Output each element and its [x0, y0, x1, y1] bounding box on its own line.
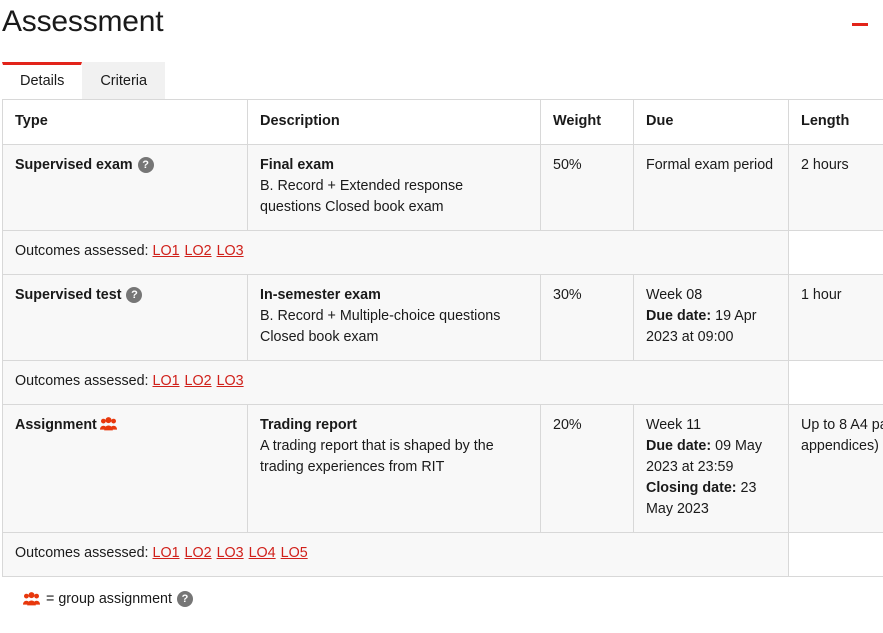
outcomes-label: Outcomes assessed: [15, 373, 149, 389]
description-body: B. Record + Extended response questions … [260, 178, 464, 215]
assessment-table: Type Description Weight Due Length Super… [2, 99, 883, 577]
outcome-link-lo1[interactable]: LO1 [153, 373, 180, 389]
table-header-row: Type Description Weight Due Length [2, 99, 883, 145]
cell-due: Week 08 Due date: 19 Apr 2023 at 09:00 [633, 274, 789, 361]
cell-type: Assignment [2, 404, 248, 533]
cell-length: 1 hour [788, 274, 883, 361]
due-line-value: Week 11 [646, 417, 702, 433]
description-title: Trading report [260, 417, 357, 433]
assessment-type-label: Assignment [15, 417, 97, 433]
assessment-type-label: Supervised test [15, 287, 122, 303]
outcome-link-lo1[interactable]: LO1 [153, 243, 180, 259]
outcome-link-lo3[interactable]: LO3 [217, 373, 244, 389]
assessment-type-label: Supervised exam [15, 157, 133, 173]
collapse-section-button[interactable] [849, 10, 871, 30]
cell-outcomes-blank [788, 230, 883, 275]
outcomes-row: Outcomes assessed: LO1 LO2 LO3 LO4 LO5 [2, 532, 883, 577]
due-line: Due date: 19 Apr 2023 at 09:00 [646, 306, 776, 348]
cell-outcomes: Outcomes assessed: LO1 LO2 LO3 [2, 360, 789, 405]
outcomes-label: Outcomes assessed: [15, 545, 149, 561]
cell-length: Up to 8 A4 pages (excluding appendices) [788, 404, 883, 533]
column-header-type: Type [2, 99, 248, 145]
cell-type: Supervised exam? [2, 144, 248, 231]
outcome-link-lo4[interactable]: LO4 [249, 545, 276, 561]
cell-weight: 30% [540, 274, 634, 361]
minus-icon [852, 23, 868, 26]
outcome-link-lo3[interactable]: LO3 [217, 243, 244, 259]
table-row: Assignment Trading report A trading report… [2, 404, 883, 533]
cell-due: Formal exam period [633, 144, 789, 231]
due-line-label: Closing date: [646, 480, 737, 496]
outcome-link-lo2[interactable]: LO2 [185, 373, 212, 389]
cell-description: Trading report A trading report that is s… [247, 404, 541, 533]
tab-criteria[interactable]: Criteria [82, 62, 166, 99]
group-icon [99, 417, 117, 431]
due-line: Week 11 [646, 415, 776, 436]
cell-weight: 20% [540, 404, 634, 533]
outcomes-row: Outcomes assessed: LO1 LO2 LO3 [2, 360, 883, 405]
description-body: B. Record + Multiple-choice questions Cl… [260, 308, 501, 345]
group-icon [23, 592, 40, 606]
due-line-value: Week 08 [646, 287, 703, 303]
cell-type: Supervised test? [2, 274, 248, 361]
description-title: In-semester exam [260, 287, 381, 303]
description-body: A trading report that is shaped by the t… [260, 438, 494, 475]
cell-outcomes: Outcomes assessed: LO1 LO2 LO3 LO4 LO5 [2, 532, 789, 577]
due-line-label: Due date: [646, 438, 712, 454]
cell-length: 2 hours [788, 144, 883, 231]
table-body: Supervised exam? Final exam B. Record + Ex… [2, 144, 883, 577]
outcome-link-lo1[interactable]: LO1 [153, 545, 180, 561]
outcome-link-lo3[interactable]: LO3 [217, 545, 244, 561]
cell-weight: 50% [540, 144, 634, 231]
column-header-weight: Weight [540, 99, 634, 145]
help-icon[interactable]: ? [137, 157, 154, 173]
outcome-link-lo5[interactable]: LO5 [281, 545, 308, 561]
due-line-value: Formal exam period [646, 157, 774, 173]
column-header-due: Due [633, 99, 789, 145]
description-title: Final exam [260, 157, 334, 173]
cell-due: Week 11 Due date: 09 May 2023 at 23:59 Clo… [633, 404, 789, 533]
column-header-length: Length [788, 99, 883, 145]
cell-description: Final exam B. Record + Extended response … [247, 144, 541, 231]
outcome-link-lo2[interactable]: LO2 [185, 243, 212, 259]
cell-outcomes: Outcomes assessed: LO1 LO2 LO3 [2, 230, 789, 275]
legend-group-assignment: = group assignment ? [20, 589, 883, 609]
table-head: Type Description Weight Due Length [2, 99, 883, 145]
due-line: Formal exam period [646, 155, 776, 176]
due-line: Due date: 09 May 2023 at 23:59 [646, 436, 776, 478]
page-title: Assessment [2, 5, 164, 38]
column-header-description: Description [247, 99, 541, 145]
table-row: Supervised test? In-semester exam B. Recor… [2, 274, 883, 361]
tab-details[interactable]: Details [2, 62, 83, 99]
outcomes-row: Outcomes assessed: LO1 LO2 LO3 [2, 230, 883, 275]
outcomes-label: Outcomes assessed: [15, 243, 149, 259]
cell-description: In-semester exam B. Record + Multiple-cho… [247, 274, 541, 361]
legend-text: = group assignment [46, 591, 172, 607]
page-header: Assessment [0, 0, 883, 52]
due-line-label: Due date: [646, 308, 712, 324]
table-row: Supervised exam? Final exam B. Record + Ex… [2, 144, 883, 231]
outcome-link-lo2[interactable]: LO2 [185, 545, 212, 561]
cell-outcomes-blank [788, 532, 883, 577]
due-line: Week 08 [646, 285, 776, 306]
due-line: Closing date: 23 May 2023 [646, 478, 776, 520]
cell-outcomes-blank [788, 360, 883, 405]
tab-bar: Details Criteria [0, 61, 883, 99]
help-icon[interactable]: ? [126, 287, 143, 303]
help-icon[interactable]: ? [176, 591, 193, 607]
